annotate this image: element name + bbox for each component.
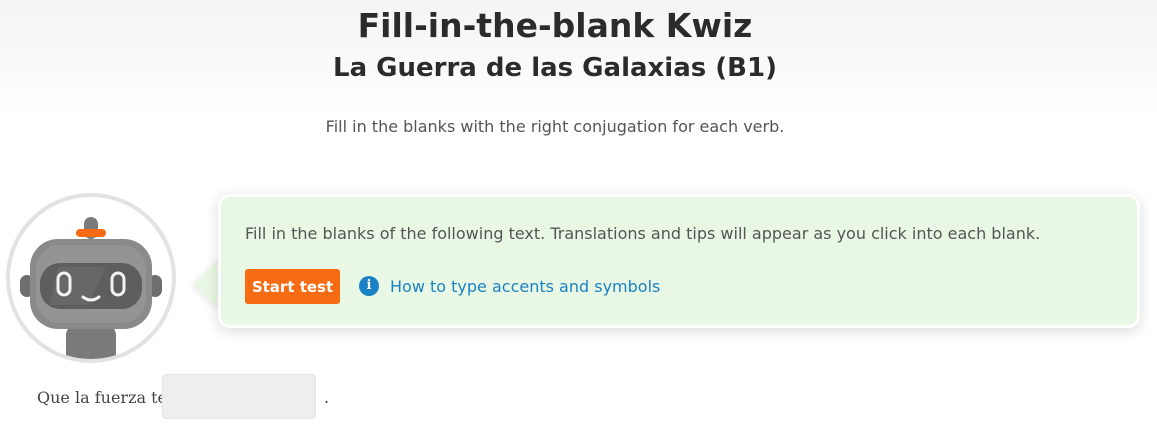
sentence-prefix: Que la fuerza te: [37, 388, 168, 407]
quiz-instructions: Fill in the blanks with the right conjug…: [325, 117, 785, 136]
accents-link-label: How to type accents and symbols: [390, 276, 661, 296]
blank-input[interactable]: [162, 374, 316, 419]
tip-text: Fill in the blanks of the following text…: [245, 224, 1041, 243]
tip-bubble: Fill in the blanks of the following text…: [218, 194, 1140, 328]
info-icon: i: [359, 276, 379, 296]
robot-icon: [20, 217, 162, 359]
quiz-title: Fill-in-the-blank Kwiz: [357, 6, 753, 45]
start-test-button[interactable]: Start test: [245, 269, 340, 304]
bubble-tail: [193, 257, 221, 311]
sentence-suffix: .: [324, 388, 330, 407]
accents-help-link[interactable]: i How to type accents and symbols: [359, 276, 660, 296]
robot-avatar: [6, 193, 176, 363]
quiz-subtitle: La Guerra de las Galaxias (B1): [333, 53, 777, 83]
